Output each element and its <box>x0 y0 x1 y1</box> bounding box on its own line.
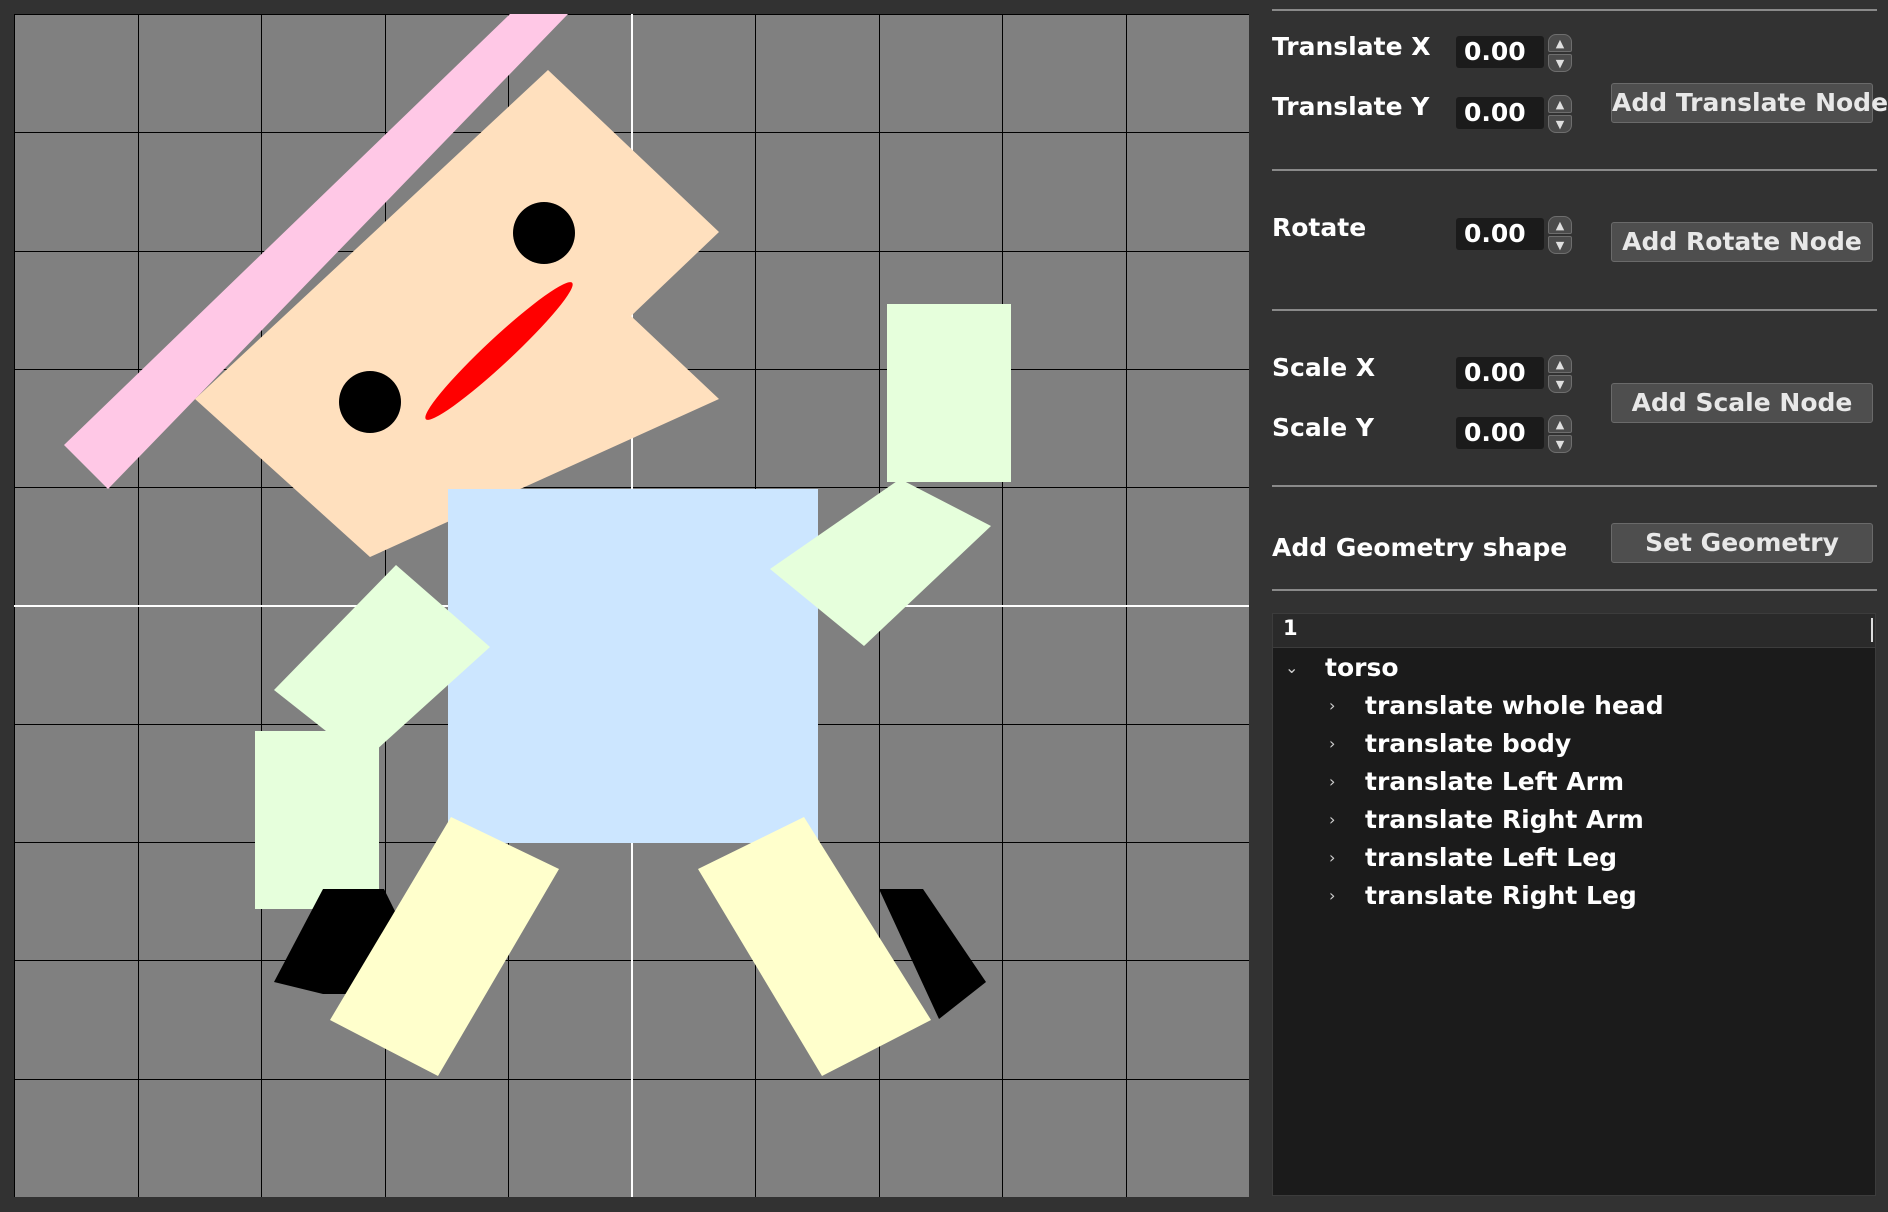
tree-item[interactable]: translate Left Leg <box>1365 839 1617 877</box>
translate-x-input[interactable]: 0.00 <box>1456 36 1544 68</box>
scale-y-input[interactable]: 0.00 <box>1456 417 1544 449</box>
translate-y-input[interactable]: 0.00 <box>1456 97 1544 129</box>
scene-canvas[interactable] <box>14 14 1249 1197</box>
rotate-spinbox[interactable]: 0.00 ▲ ▼ <box>1456 216 1576 254</box>
tree-item[interactable]: translate body <box>1365 725 1571 763</box>
figure <box>64 14 1011 1076</box>
chevron-down-icon[interactable]: ▼ <box>1548 236 1572 254</box>
scale-x-input[interactable]: 0.00 <box>1456 357 1544 389</box>
chevron-up-icon[interactable]: ▲ <box>1548 355 1572 373</box>
separator <box>1272 309 1877 311</box>
chevron-up-icon[interactable]: ▲ <box>1548 34 1572 52</box>
separator <box>1272 589 1877 591</box>
chevron-right-icon[interactable]: › <box>1329 877 1335 915</box>
right-forearm <box>887 304 1011 482</box>
chevron-right-icon[interactable]: › <box>1329 687 1335 725</box>
control-panel: Translate X 0.00 ▲ ▼ Translate Y 0.00 ▲ … <box>1250 0 1888 1212</box>
left-eye <box>339 371 401 433</box>
right-eye <box>513 202 575 264</box>
chevron-down-icon[interactable]: ▼ <box>1548 115 1572 133</box>
rotate-label: Rotate <box>1272 213 1367 242</box>
separator <box>1272 485 1877 487</box>
header-divider <box>1871 618 1873 642</box>
add-rotate-node-button[interactable]: Add Rotate Node <box>1611 222 1873 262</box>
scale-y-arrows[interactable]: ▲ ▼ <box>1548 415 1574 455</box>
torso <box>448 489 818 843</box>
chevron-up-icon[interactable]: ▲ <box>1548 95 1572 113</box>
chevron-right-icon[interactable]: › <box>1329 801 1335 839</box>
chevron-up-icon[interactable]: ▲ <box>1548 216 1572 234</box>
chevron-down-icon[interactable]: ▼ <box>1548 435 1572 453</box>
scale-y-spinbox[interactable]: 0.00 ▲ ▼ <box>1456 415 1576 453</box>
chevron-up-icon[interactable]: ▲ <box>1548 415 1572 433</box>
tree-column-header: 1 <box>1283 616 1298 640</box>
chevron-right-icon[interactable]: › <box>1329 839 1335 877</box>
right-leg <box>698 817 931 1076</box>
translate-y-arrows[interactable]: ▲ ▼ <box>1548 95 1574 135</box>
set-geometry-button[interactable]: Set Geometry <box>1611 523 1873 563</box>
chevron-down-icon[interactable]: ⌄ <box>1285 649 1298 687</box>
tree-item[interactable]: translate Left Arm <box>1365 763 1624 801</box>
scale-x-arrows[interactable]: ▲ ▼ <box>1548 355 1574 395</box>
geometry-label: Add Geometry shape <box>1272 533 1568 562</box>
scene-viewport[interactable] <box>14 14 1249 1197</box>
rotate-arrows[interactable]: ▲ ▼ <box>1548 216 1574 256</box>
chevron-down-icon[interactable]: ▼ <box>1548 54 1572 72</box>
translate-x-spinbox[interactable]: 0.00 ▲ ▼ <box>1456 34 1576 72</box>
scale-x-spinbox[interactable]: 0.00 ▲ ▼ <box>1456 355 1576 393</box>
translate-y-spinbox[interactable]: 0.00 ▲ ▼ <box>1456 95 1576 133</box>
separator <box>1272 9 1877 11</box>
tree-item[interactable]: translate Right Arm <box>1365 801 1644 839</box>
translate-x-arrows[interactable]: ▲ ▼ <box>1548 34 1574 74</box>
scale-y-label: Scale Y <box>1272 413 1375 442</box>
tree-item-torso[interactable]: torso <box>1325 649 1399 687</box>
add-scale-node-button[interactable]: Add Scale Node <box>1611 383 1873 423</box>
tree-item[interactable]: translate whole head <box>1365 687 1664 725</box>
chevron-down-icon[interactable]: ▼ <box>1548 375 1572 393</box>
scene-tree[interactable]: 1 ⌄ torso › translate whole head › trans… <box>1272 613 1876 1196</box>
chevron-right-icon[interactable]: › <box>1329 763 1335 801</box>
tree-header[interactable]: 1 <box>1273 614 1875 648</box>
left-forearm <box>255 731 379 909</box>
scale-x-label: Scale X <box>1272 353 1376 382</box>
chevron-right-icon[interactable]: › <box>1329 725 1335 763</box>
translate-y-label: Translate Y <box>1272 92 1430 121</box>
tree-item[interactable]: translate Right Leg <box>1365 877 1637 915</box>
separator <box>1272 169 1877 171</box>
translate-x-label: Translate X <box>1272 32 1431 61</box>
rotate-input[interactable]: 0.00 <box>1456 218 1544 250</box>
add-translate-node-button[interactable]: Add Translate Node <box>1611 83 1888 123</box>
